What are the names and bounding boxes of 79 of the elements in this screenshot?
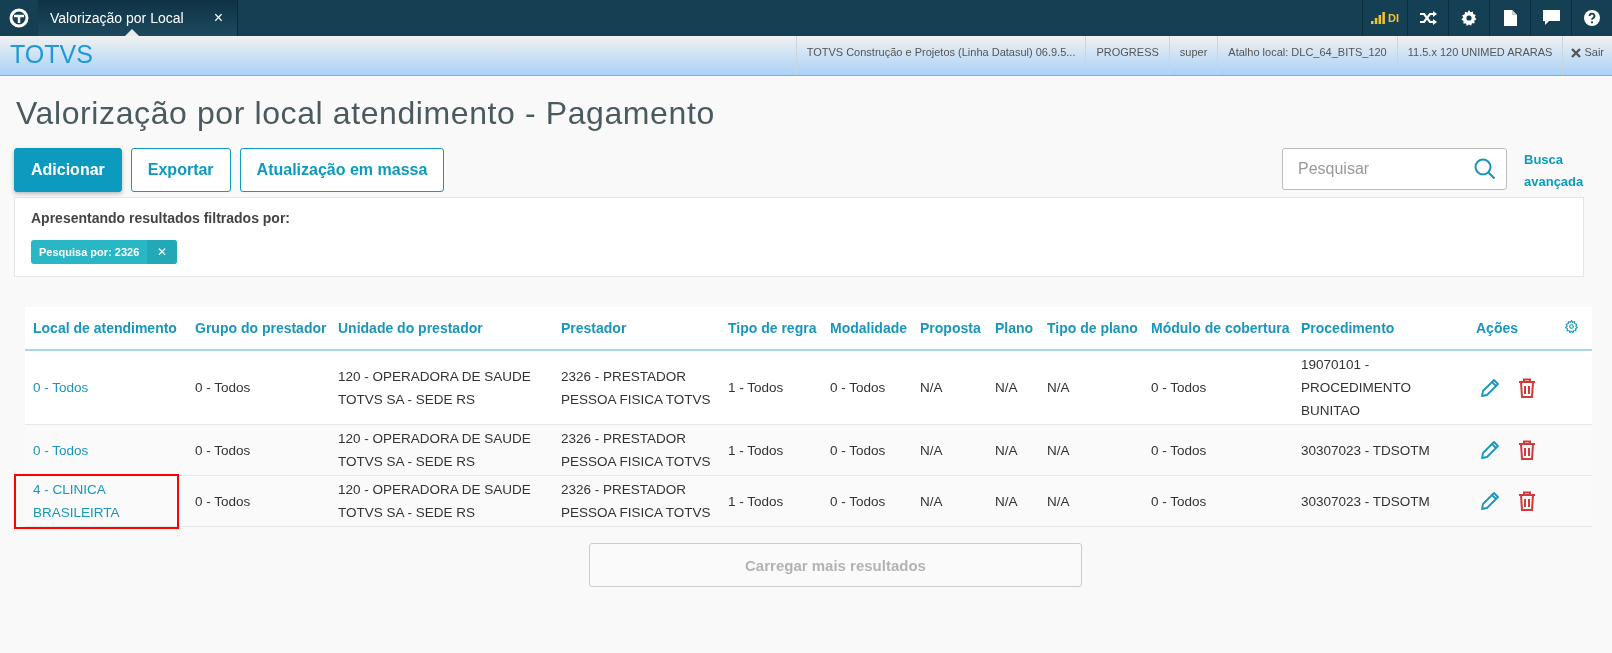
location-link[interactable]: 0 - Todos bbox=[33, 376, 89, 399]
action-button[interactable]: Atualização em massa bbox=[239, 148, 445, 192]
header-info: Atalho local: DLC_64_BITS_120 bbox=[1217, 36, 1397, 75]
table-cell: N/A bbox=[920, 380, 943, 395]
logout-link[interactable]: Sair bbox=[1562, 36, 1612, 75]
column-header[interactable]: Modalidade bbox=[830, 320, 907, 336]
logo-icon[interactable] bbox=[9, 8, 29, 28]
advanced-search-link[interactable]: Busca avançada bbox=[1524, 149, 1592, 193]
table-cell: N/A bbox=[995, 442, 1018, 458]
column-header[interactable]: Ações bbox=[1476, 320, 1519, 336]
delete-icon[interactable] bbox=[1518, 440, 1536, 460]
table-cell: 0 - Todos bbox=[195, 380, 251, 395]
table-cell: 120 - OPERADORA DE SAUDE TOTVS SA - SEDE RS bbox=[338, 431, 531, 469]
table-cell: 30307023 - TDSOTM bbox=[1301, 442, 1430, 458]
search-icon[interactable] bbox=[1474, 158, 1496, 180]
table-cell: N/A bbox=[1047, 380, 1070, 395]
table-cell: 0 - Todos bbox=[1151, 380, 1207, 395]
column-header[interactable]: Unidade do prestador bbox=[338, 320, 483, 336]
settings-icon[interactable] bbox=[1461, 10, 1477, 26]
table-cell: 2326 - PRESTADOR PESSOA FISICA TOTVS bbox=[561, 431, 711, 469]
column-header[interactable]: Módulo de cobertura bbox=[1151, 320, 1290, 336]
table-cell: 2326 - PRESTADOR PESSOA FISICA TOTVS bbox=[561, 482, 711, 520]
table-cell: N/A bbox=[920, 493, 943, 509]
chat-icon[interactable] bbox=[1542, 10, 1560, 26]
column-header[interactable]: Proposta bbox=[920, 320, 981, 336]
table-cell: 0 - Todos bbox=[830, 442, 886, 458]
signal-icon bbox=[1371, 12, 1385, 24]
table-cell: 0 - Todos bbox=[1151, 493, 1207, 509]
table-cell: 0 - Todos bbox=[830, 493, 886, 509]
table-cell: 1 - Todos bbox=[728, 380, 784, 395]
help-icon[interactable] bbox=[1584, 10, 1600, 26]
header-info: super bbox=[1168, 36, 1218, 75]
action-button[interactable]: Exportar bbox=[130, 148, 231, 192]
page-title: Valorização por local atendimento - Pagamento bbox=[16, 95, 716, 132]
table-cell: 0 - Todos bbox=[830, 380, 886, 395]
header-info: 11.5.x 120 UNIMED ARARAS bbox=[1396, 36, 1563, 75]
document-tab[interactable]: Valorização por Local × bbox=[38, 0, 238, 36]
edit-icon[interactable] bbox=[1480, 440, 1500, 460]
add-button[interactable]: Adicionar bbox=[14, 148, 122, 192]
filter-tag-label: Pesquisa por: 2326 bbox=[38, 245, 141, 260]
column-header[interactable]: Plano bbox=[995, 320, 1034, 336]
table-cell: N/A bbox=[995, 380, 1018, 395]
table-cell: 30307023 - TDSOTM bbox=[1301, 493, 1430, 509]
table-cell: 120 - OPERADORA DE SAUDE TOTVS SA - SEDE RS bbox=[338, 482, 531, 520]
column-header[interactable]: Prestador bbox=[561, 320, 627, 336]
table-cell: 120 - OPERADORA DE SAUDE TOTVS SA - SEDE RS bbox=[338, 368, 531, 407]
table-cell: 1 - Todos bbox=[728, 493, 784, 509]
search-field[interactable]: Pesquisar bbox=[1282, 148, 1507, 190]
location-link[interactable]: 0 - Todos bbox=[33, 438, 89, 462]
table-cell: 2326 - PRESTADOR PESSOA FISICA TOTVS bbox=[561, 368, 711, 407]
table-cell: N/A bbox=[995, 493, 1018, 509]
column-header[interactable]: Tipo de plano bbox=[1047, 320, 1138, 336]
document-icon[interactable] bbox=[1503, 10, 1517, 26]
column-header[interactable]: Procedimento bbox=[1301, 320, 1395, 336]
column-header[interactable]: Local de atendimento bbox=[33, 320, 177, 336]
brand-name: TOTVS bbox=[9, 39, 94, 70]
table-cell: N/A bbox=[1047, 442, 1070, 458]
table-cell: 0 - Todos bbox=[195, 442, 251, 458]
table-cell: 19070101 - PROCEDIMENTO BUNITAO bbox=[1301, 357, 1411, 418]
edit-icon[interactable] bbox=[1480, 491, 1500, 511]
signal-label: DI bbox=[1388, 12, 1399, 24]
shuffle-icon[interactable] bbox=[1419, 10, 1437, 26]
header-info: TOTVS Construção e Projetos (Linha Datasul) 06.9.5... bbox=[795, 36, 1086, 75]
header-info: PROGRESS bbox=[1085, 36, 1169, 75]
delete-icon[interactable] bbox=[1518, 377, 1536, 398]
delete-icon[interactable] bbox=[1518, 491, 1536, 511]
close-button[interactable]: × bbox=[213, 9, 223, 27]
tab-title: Valorização por Local bbox=[50, 10, 184, 26]
filter-caption: Apresentando resultados filtrados por: bbox=[31, 210, 292, 226]
table-cell: N/A bbox=[920, 442, 943, 458]
table-cell: 0 - Todos bbox=[1151, 442, 1207, 458]
column-header[interactable]: Grupo do prestador bbox=[195, 320, 327, 336]
table-cell: 1 - Todos bbox=[728, 442, 784, 458]
table-cell: N/A bbox=[1047, 493, 1070, 509]
remove-filter-button[interactable]: ✕ bbox=[147, 240, 178, 264]
table-cell: 0 - Todos bbox=[195, 493, 251, 509]
edit-icon[interactable] bbox=[1480, 377, 1500, 398]
x-icon bbox=[1571, 48, 1582, 58]
column-header[interactable]: Tipo de regra bbox=[728, 320, 817, 336]
